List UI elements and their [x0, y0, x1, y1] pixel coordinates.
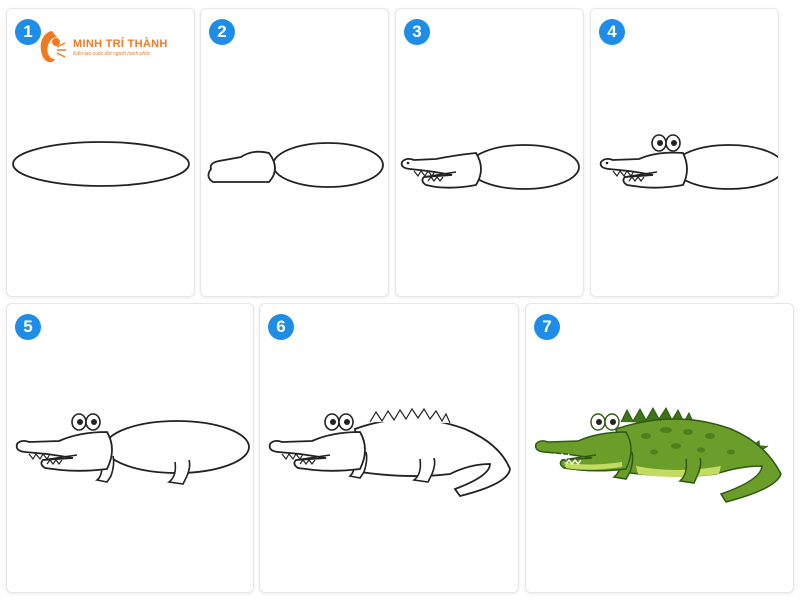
head-with-jaw: [400, 152, 482, 189]
body-oval: [12, 141, 190, 187]
step-7-panel: 7: [525, 303, 794, 593]
step-5-drawing: [15, 413, 250, 485]
step-4-drawing: [599, 134, 778, 190]
head-with-eyes: [15, 413, 113, 472]
step-7-drawing: [534, 406, 782, 503]
step-2-drawing: [207, 142, 384, 188]
step-5-panel: 5: [6, 303, 254, 593]
body-oval: [673, 144, 778, 190]
step-3-panel: 3: [395, 8, 584, 297]
step-6-panel: 6: [259, 303, 519, 593]
step-4-panel: 4: [590, 8, 779, 297]
head-with-eyes: [599, 134, 688, 189]
step-1-panel: 1 MINH TRÍ THÀNH Kiến tạo cuộc đời người…: [6, 8, 195, 297]
body-oval: [468, 144, 580, 190]
step-3-drawing: [400, 144, 580, 190]
body-with-tail: [354, 407, 511, 498]
head-shape: [207, 150, 276, 183]
step-2-panel: 2: [200, 8, 389, 297]
step-1-drawing: [12, 141, 190, 187]
head-with-eyes: [268, 413, 366, 472]
body-oval: [272, 142, 384, 188]
step-6-drawing: [268, 407, 511, 498]
head-with-eyes: [534, 413, 632, 472]
